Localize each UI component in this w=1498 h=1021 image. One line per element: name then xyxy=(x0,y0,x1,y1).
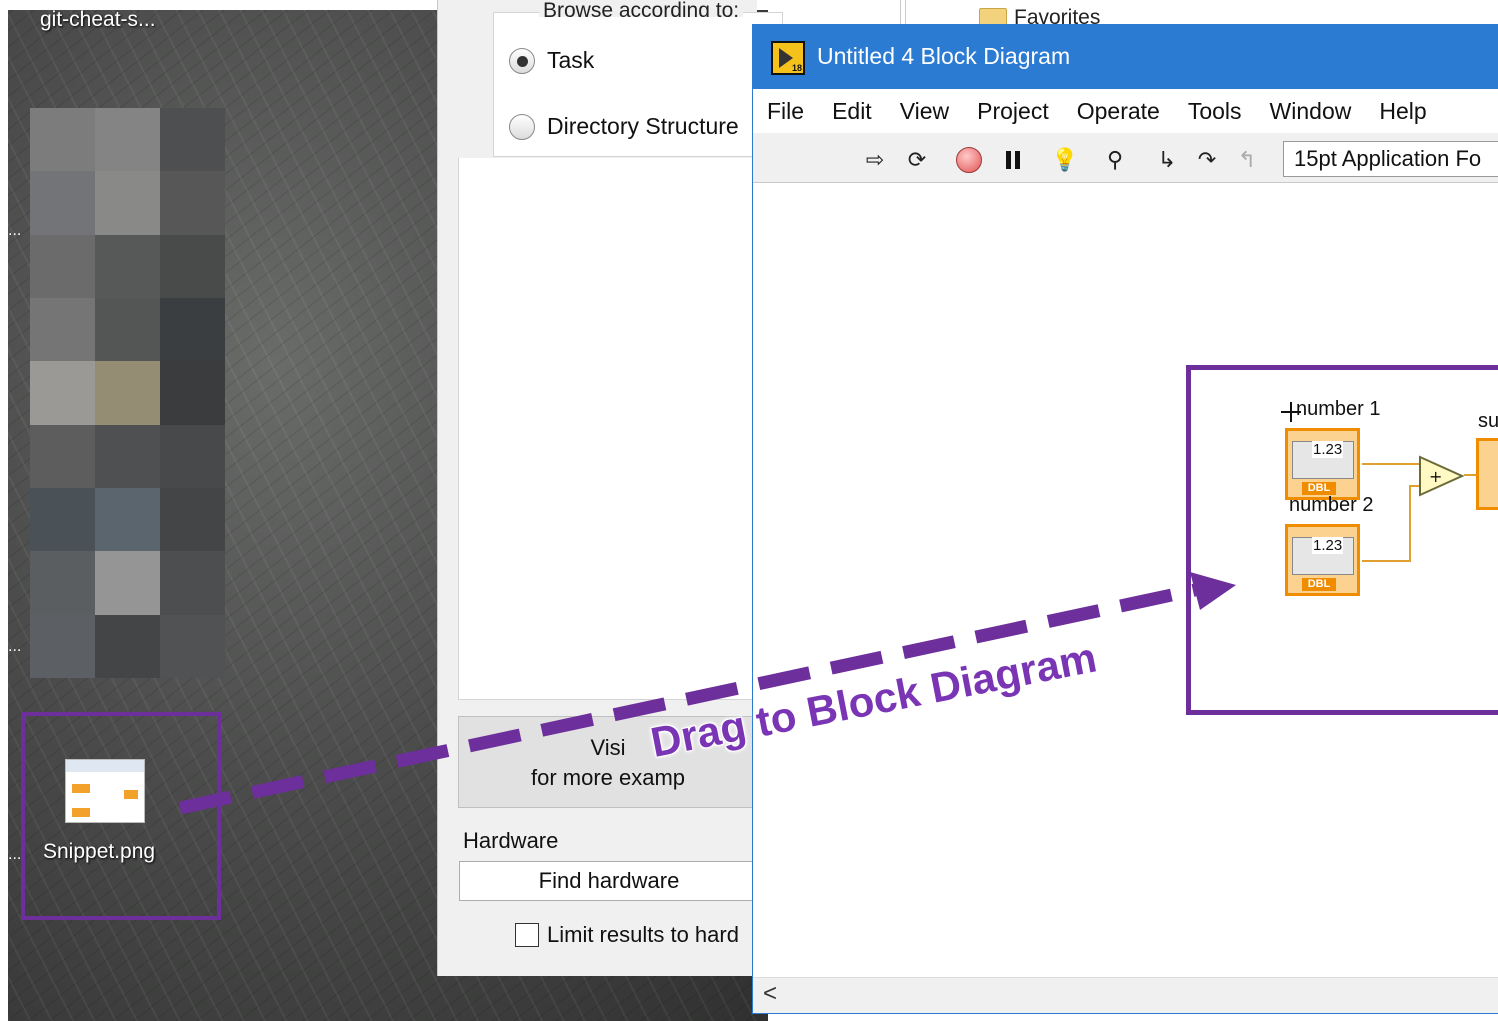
sum-indicator[interactable] xyxy=(1476,438,1498,510)
wire-number-2 xyxy=(1362,485,1420,562)
add-symbol: + xyxy=(1429,467,1442,486)
add-function-node[interactable]: + xyxy=(1418,455,1465,497)
sum-indicator-label: su xyxy=(1478,410,1498,432)
crosshair-cursor-icon xyxy=(1281,402,1301,422)
wires xyxy=(1362,463,1476,562)
